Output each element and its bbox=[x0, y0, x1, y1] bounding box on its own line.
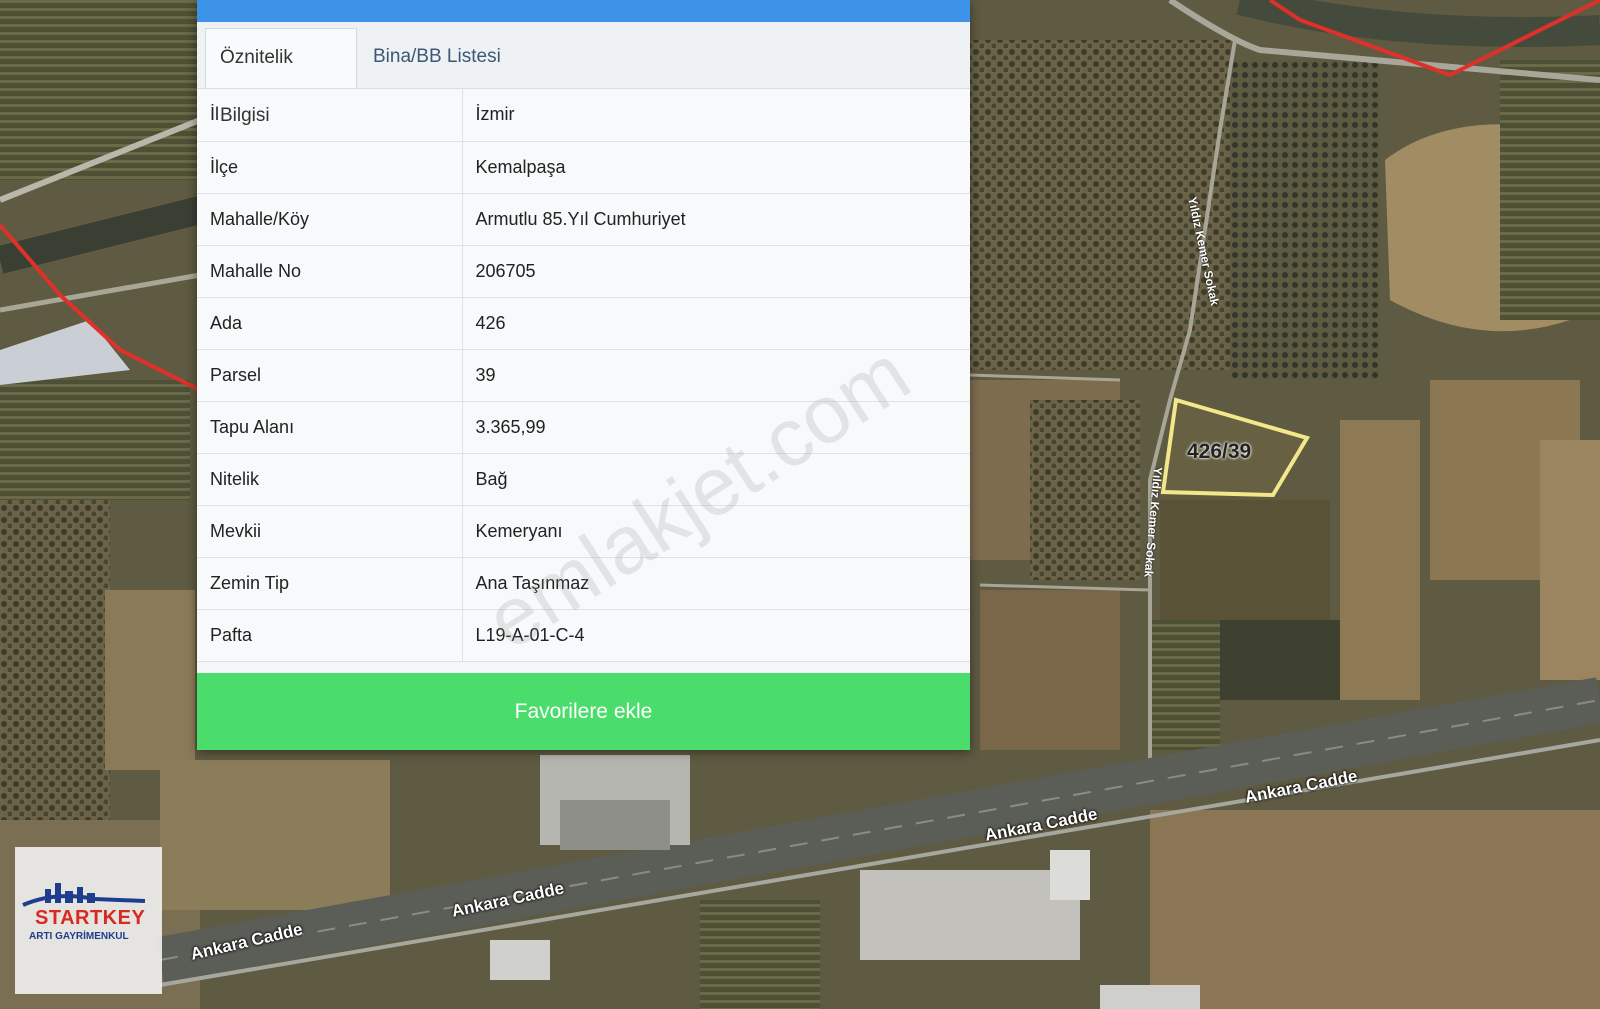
table-row: İl İzmir bbox=[197, 89, 970, 142]
row-key: Mevkii bbox=[197, 505, 463, 558]
row-value: İzmir bbox=[462, 89, 970, 142]
row-value: 426 bbox=[462, 297, 970, 350]
add-to-favorites-button[interactable]: Favorilere ekle bbox=[197, 673, 970, 750]
row-key: Parsel bbox=[197, 349, 463, 402]
table-row: Tapu Alanı 3.365,99 bbox=[197, 401, 970, 454]
row-value: Bağ bbox=[462, 453, 970, 506]
row-key: Nitelik bbox=[197, 453, 463, 506]
table-row: Mahalle/Köy Armutlu 85.Yıl Cumhuriyet bbox=[197, 193, 970, 246]
panel-header-bar bbox=[197, 0, 970, 22]
row-key: Ada bbox=[197, 297, 463, 350]
row-value: Kemalpaşa bbox=[462, 141, 970, 194]
table-row: Mevkii Kemeryanı bbox=[197, 505, 970, 558]
logo-brand: STARTKEY bbox=[35, 907, 146, 929]
row-key: Mahalle/Köy bbox=[197, 193, 463, 246]
row-value: 39 bbox=[462, 349, 970, 402]
tab-attribute-info[interactable]: Öznitelik Bilgisi bbox=[205, 28, 357, 126]
row-value: 3.365,99 bbox=[462, 401, 970, 454]
parcel-info-panel: Öznitelik Bilgisi Bina/BB Listesi İl İzmi… bbox=[197, 0, 970, 750]
attribute-table: İl İzmir İlçe Kemalpaşa Mahalle/Köy Armutlu… bbox=[197, 89, 970, 662]
startkey-logo: STARTKEY ARTI GAYRİMENKUL bbox=[15, 847, 162, 994]
row-key: Tapu Alanı bbox=[197, 401, 463, 454]
row-value: Ana Taşınmaz bbox=[462, 557, 970, 610]
table-row: Zemin Tip Ana Taşınmaz bbox=[197, 557, 970, 610]
table-row: Parsel 39 bbox=[197, 349, 970, 402]
table-row: Nitelik Bağ bbox=[197, 453, 970, 506]
row-value: 206705 bbox=[462, 245, 970, 298]
parcel-label[interactable]: 426/39 bbox=[1187, 440, 1251, 464]
table-row: İlçe Kemalpaşa bbox=[197, 141, 970, 194]
table-row: Pafta L19-A-01-C-4 bbox=[197, 609, 970, 662]
row-value: Armutlu 85.Yıl Cumhuriyet bbox=[462, 193, 970, 246]
tab-building-list[interactable]: Bina/BB Listesi bbox=[359, 28, 519, 88]
table-row: Ada 426 bbox=[197, 297, 970, 350]
row-key: İlçe bbox=[197, 141, 463, 194]
logo-subtitle: ARTI GAYRİMENKUL bbox=[29, 931, 129, 942]
row-key: Pafta bbox=[197, 609, 463, 662]
row-key: Zemin Tip bbox=[197, 557, 463, 610]
panel-tabs: Öznitelik Bilgisi Bina/BB Listesi bbox=[197, 22, 970, 126]
row-key: Mahalle No bbox=[197, 245, 463, 298]
row-value: L19-A-01-C-4 bbox=[462, 609, 970, 662]
table-row: Mahalle No 206705 bbox=[197, 245, 970, 298]
row-value: Kemeryanı bbox=[462, 505, 970, 558]
